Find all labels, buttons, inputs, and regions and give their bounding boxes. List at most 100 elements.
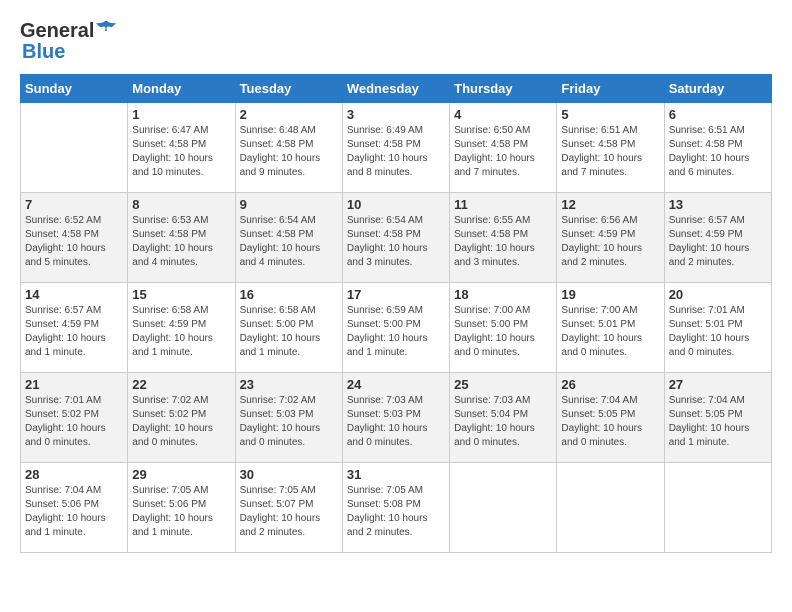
day-info: Sunrise: 7:04 AM Sunset: 5:06 PM Dayligh… bbox=[25, 484, 123, 540]
calendar-cell: 15 Sunrise: 6:58 AM Sunset: 4:59 PM Dayli… bbox=[128, 283, 235, 373]
calendar-cell: 30 Sunrise: 7:05 AM Sunset: 5:07 PM Dayli… bbox=[235, 463, 342, 553]
calendar-cell: 22 Sunrise: 7:02 AM Sunset: 5:02 PM Dayli… bbox=[128, 373, 235, 463]
day-info: Sunrise: 6:48 AM Sunset: 4:58 PM Dayligh… bbox=[240, 124, 338, 180]
day-info: Sunrise: 6:51 AM Sunset: 4:58 PM Dayligh… bbox=[561, 124, 659, 180]
header-sunday: Sunday bbox=[21, 75, 128, 103]
day-info: Sunrise: 6:55 AM Sunset: 4:58 PM Dayligh… bbox=[454, 214, 552, 270]
day-number: 28 bbox=[25, 467, 123, 482]
header-friday: Friday bbox=[557, 75, 664, 103]
day-number: 27 bbox=[669, 377, 767, 392]
logo: General Blue bbox=[20, 20, 118, 64]
calendar-cell bbox=[664, 463, 771, 553]
day-info: Sunrise: 6:56 AM Sunset: 4:59 PM Dayligh… bbox=[561, 214, 659, 270]
calendar-cell: 1 Sunrise: 6:47 AM Sunset: 4:58 PM Daylig… bbox=[128, 103, 235, 193]
calendar-cell: 24 Sunrise: 7:03 AM Sunset: 5:03 PM Dayli… bbox=[342, 373, 449, 463]
week-row-5: 28 Sunrise: 7:04 AM Sunset: 5:06 PM Dayli… bbox=[21, 463, 772, 553]
day-info: Sunrise: 6:57 AM Sunset: 4:59 PM Dayligh… bbox=[669, 214, 767, 270]
day-number: 18 bbox=[454, 287, 552, 302]
calendar-cell: 18 Sunrise: 7:00 AM Sunset: 5:00 PM Dayli… bbox=[450, 283, 557, 373]
day-info: Sunrise: 7:04 AM Sunset: 5:05 PM Dayligh… bbox=[561, 394, 659, 450]
calendar-cell: 9Sunrise: 6:54 AM Sunset: 4:58 PM Daylig… bbox=[235, 193, 342, 283]
day-info: Sunrise: 6:52 AM Sunset: 4:58 PM Dayligh… bbox=[25, 214, 123, 270]
calendar-cell bbox=[21, 103, 128, 193]
day-number: 22 bbox=[132, 377, 230, 392]
day-info: Sunrise: 6:51 AM Sunset: 4:58 PM Dayligh… bbox=[669, 124, 767, 180]
day-number: 15 bbox=[132, 287, 230, 302]
day-info: Sunrise: 7:03 AM Sunset: 5:03 PM Dayligh… bbox=[347, 394, 445, 450]
day-number: 25 bbox=[454, 377, 552, 392]
header-row: SundayMondayTuesdayWednesdayThursdayFrid… bbox=[21, 75, 772, 103]
day-number: 19 bbox=[561, 287, 659, 302]
day-info: Sunrise: 6:54 AM Sunset: 4:58 PM Dayligh… bbox=[347, 214, 445, 270]
calendar-cell: 16 Sunrise: 6:58 AM Sunset: 5:00 PM Dayli… bbox=[235, 283, 342, 373]
calendar-cell: 6Sunrise: 6:51 AM Sunset: 4:58 PM Daylig… bbox=[664, 103, 771, 193]
calendar-cell: 13Sunrise: 6:57 AM Sunset: 4:59 PM Dayli… bbox=[664, 193, 771, 283]
day-info: Sunrise: 7:03 AM Sunset: 5:04 PM Dayligh… bbox=[454, 394, 552, 450]
calendar-cell: 28 Sunrise: 7:04 AM Sunset: 5:06 PM Dayli… bbox=[21, 463, 128, 553]
day-info: Sunrise: 7:02 AM Sunset: 5:02 PM Dayligh… bbox=[132, 394, 230, 450]
header-thursday: Thursday bbox=[450, 75, 557, 103]
day-number: 7 bbox=[25, 197, 123, 212]
day-number: 31 bbox=[347, 467, 445, 482]
calendar-cell: 19 Sunrise: 7:00 AM Sunset: 5:01 PM Dayli… bbox=[557, 283, 664, 373]
day-number: 29 bbox=[132, 467, 230, 482]
day-info: Sunrise: 7:02 AM Sunset: 5:03 PM Dayligh… bbox=[240, 394, 338, 450]
day-number: 30 bbox=[240, 467, 338, 482]
calendar-cell: 26 Sunrise: 7:04 AM Sunset: 5:05 PM Dayli… bbox=[557, 373, 664, 463]
day-info: Sunrise: 6:50 AM Sunset: 4:58 PM Dayligh… bbox=[454, 124, 552, 180]
day-info: Sunrise: 7:05 AM Sunset: 5:07 PM Dayligh… bbox=[240, 484, 338, 540]
header-wednesday: Wednesday bbox=[342, 75, 449, 103]
calendar-cell: 21Sunrise: 7:01 AM Sunset: 5:02 PM Dayli… bbox=[21, 373, 128, 463]
day-number: 12 bbox=[561, 197, 659, 212]
day-number: 26 bbox=[561, 377, 659, 392]
day-info: Sunrise: 6:58 AM Sunset: 4:59 PM Dayligh… bbox=[132, 304, 230, 360]
day-number: 10 bbox=[347, 197, 445, 212]
day-number: 11 bbox=[454, 197, 552, 212]
day-info: Sunrise: 7:00 AM Sunset: 5:01 PM Dayligh… bbox=[561, 304, 659, 360]
day-number: 20 bbox=[669, 287, 767, 302]
day-number: 5 bbox=[561, 107, 659, 122]
day-info: Sunrise: 6:59 AM Sunset: 5:00 PM Dayligh… bbox=[347, 304, 445, 360]
calendar-cell: 10 Sunrise: 6:54 AM Sunset: 4:58 PM Dayli… bbox=[342, 193, 449, 283]
calendar-cell: 7 Sunrise: 6:52 AM Sunset: 4:58 PM Daylig… bbox=[21, 193, 128, 283]
day-info: Sunrise: 6:54 AM Sunset: 4:58 PM Dayligh… bbox=[240, 214, 338, 270]
day-info: Sunrise: 7:05 AM Sunset: 5:08 PM Dayligh… bbox=[347, 484, 445, 540]
calendar-cell: 11 Sunrise: 6:55 AM Sunset: 4:58 PM Dayli… bbox=[450, 193, 557, 283]
day-number: 16 bbox=[240, 287, 338, 302]
calendar-cell: 4 Sunrise: 6:50 AM Sunset: 4:58 PM Daylig… bbox=[450, 103, 557, 193]
header-monday: Monday bbox=[128, 75, 235, 103]
week-row-4: 21Sunrise: 7:01 AM Sunset: 5:02 PM Dayli… bbox=[21, 373, 772, 463]
day-number: 17 bbox=[347, 287, 445, 302]
day-number: 23 bbox=[240, 377, 338, 392]
calendar-cell: 14 Sunrise: 6:57 AM Sunset: 4:59 PM Dayli… bbox=[21, 283, 128, 373]
calendar-cell bbox=[450, 463, 557, 553]
day-info: Sunrise: 7:05 AM Sunset: 5:06 PM Dayligh… bbox=[132, 484, 230, 540]
day-info: Sunrise: 6:49 AM Sunset: 4:58 PM Dayligh… bbox=[347, 124, 445, 180]
day-number: 3 bbox=[347, 107, 445, 122]
calendar-cell: 23 Sunrise: 7:02 AM Sunset: 5:03 PM Dayli… bbox=[235, 373, 342, 463]
day-number: 4 bbox=[454, 107, 552, 122]
day-number: 24 bbox=[347, 377, 445, 392]
calendar-cell: 17 Sunrise: 6:59 AM Sunset: 5:00 PM Dayli… bbox=[342, 283, 449, 373]
day-info: Sunrise: 6:53 AM Sunset: 4:58 PM Dayligh… bbox=[132, 214, 230, 270]
day-info: Sunrise: 6:57 AM Sunset: 4:59 PM Dayligh… bbox=[25, 304, 123, 360]
calendar-cell: 27Sunrise: 7:04 AM Sunset: 5:05 PM Dayli… bbox=[664, 373, 771, 463]
day-number: 14 bbox=[25, 287, 123, 302]
calendar-cell: 12 Sunrise: 6:56 AM Sunset: 4:59 PM Dayli… bbox=[557, 193, 664, 283]
calendar-cell: 5 Sunrise: 6:51 AM Sunset: 4:58 PM Daylig… bbox=[557, 103, 664, 193]
day-info: Sunrise: 6:58 AM Sunset: 5:00 PM Dayligh… bbox=[240, 304, 338, 360]
calendar-cell: 8 Sunrise: 6:53 AM Sunset: 4:58 PM Daylig… bbox=[128, 193, 235, 283]
week-row-2: 7 Sunrise: 6:52 AM Sunset: 4:58 PM Daylig… bbox=[21, 193, 772, 283]
header-tuesday: Tuesday bbox=[235, 75, 342, 103]
calendar-table: SundayMondayTuesdayWednesdayThursdayFrid… bbox=[20, 74, 772, 553]
day-number: 1 bbox=[132, 107, 230, 122]
header-saturday: Saturday bbox=[664, 75, 771, 103]
day-info: Sunrise: 7:01 AM Sunset: 5:02 PM Dayligh… bbox=[25, 394, 123, 450]
day-info: Sunrise: 7:00 AM Sunset: 5:00 PM Dayligh… bbox=[454, 304, 552, 360]
calendar-cell: 3 Sunrise: 6:49 AM Sunset: 4:58 PM Daylig… bbox=[342, 103, 449, 193]
week-row-3: 14 Sunrise: 6:57 AM Sunset: 4:59 PM Dayli… bbox=[21, 283, 772, 373]
logo-bird-icon bbox=[96, 19, 118, 41]
day-number: 2 bbox=[240, 107, 338, 122]
day-number: 8 bbox=[132, 197, 230, 212]
day-info: Sunrise: 6:47 AM Sunset: 4:58 PM Dayligh… bbox=[132, 124, 230, 180]
